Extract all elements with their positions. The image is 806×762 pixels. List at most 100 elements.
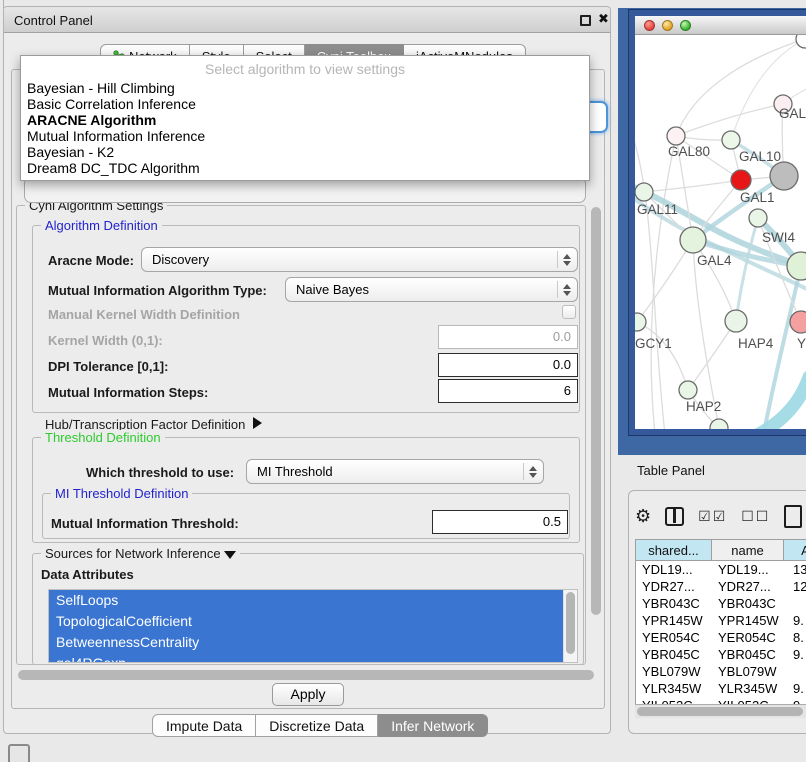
node-attribute-table[interactable]: shared... name A YDL19... YDL19... 13 YD… bbox=[635, 539, 806, 718]
table-row[interactable]: YLR345W YLR345W 9. bbox=[636, 680, 806, 697]
list-item[interactable]: gal4RGexp bbox=[49, 653, 563, 663]
list-item[interactable]: TopologicalCoefficient bbox=[49, 611, 563, 632]
cell[interactable]: YBR043C bbox=[712, 595, 784, 612]
tab-impute-data[interactable]: Impute Data bbox=[152, 714, 256, 737]
algorithm-option[interactable]: Bayesian - K2 bbox=[21, 144, 589, 160]
network-node[interactable] bbox=[679, 381, 697, 399]
popup-prompt: Select algorithm to view settings bbox=[21, 56, 589, 80]
close-traffic-light-icon[interactable] bbox=[644, 20, 655, 31]
aracne-mode-select[interactable]: Discovery bbox=[141, 247, 578, 272]
cell[interactable]: YLR345W bbox=[712, 680, 784, 697]
cell[interactable]: YLR345W bbox=[636, 680, 712, 697]
cell[interactable]: YBL079W bbox=[712, 663, 784, 680]
column-header-partial[interactable]: A bbox=[784, 540, 806, 560]
scrollbar-thumb[interactable] bbox=[566, 592, 575, 654]
mi-algorithm-type-select[interactable]: Naive Bayes bbox=[285, 277, 578, 302]
table-row[interactable]: YER054C YER054C 8. bbox=[636, 629, 806, 646]
cell[interactable]: 9. bbox=[784, 680, 806, 697]
dpi-tolerance-field[interactable]: 0.0 bbox=[438, 353, 578, 377]
algorithm-option-selected[interactable]: ARACNE Algorithm bbox=[21, 112, 589, 128]
zoom-traffic-light-icon[interactable] bbox=[680, 20, 691, 31]
which-threshold-select[interactable]: MI Threshold bbox=[246, 459, 544, 484]
float-panel-icon[interactable] bbox=[580, 15, 591, 26]
deselect-all-checkboxes-icon[interactable]: ☐☐ bbox=[741, 508, 770, 525]
algorithm-option[interactable]: Mutual Information Inference bbox=[21, 128, 589, 144]
select-all-checkboxes-icon[interactable]: ☑☑ bbox=[698, 508, 727, 525]
network-node[interactable] bbox=[725, 310, 747, 332]
cell[interactable]: 9. bbox=[784, 612, 806, 629]
tab-discretize-data[interactable]: Discretize Data bbox=[256, 714, 378, 737]
cell[interactable]: YDL19... bbox=[636, 561, 712, 578]
table-row[interactable]: YDR27... YDR27... 12 bbox=[636, 578, 806, 595]
network-node[interactable] bbox=[790, 311, 806, 333]
export-table-icon[interactable] bbox=[784, 505, 802, 528]
network-node[interactable] bbox=[635, 313, 646, 331]
settings-vertical-scrollbar[interactable] bbox=[589, 205, 603, 663]
mi-steps-field[interactable]: 6 bbox=[438, 379, 578, 403]
expanded-arrow-icon[interactable] bbox=[224, 551, 236, 559]
column-header-shared-name[interactable]: shared... bbox=[636, 540, 712, 560]
network-node-label: GCY1 bbox=[635, 336, 672, 351]
cell[interactable] bbox=[784, 663, 806, 680]
collapsed-panel-icon[interactable] bbox=[8, 744, 30, 762]
kernel-width-field[interactable]: 0.0 bbox=[438, 325, 578, 349]
list-vertical-scrollbar[interactable] bbox=[563, 590, 577, 662]
table-row[interactable]: YDL19... YDL19... 13 bbox=[636, 561, 806, 578]
algorithm-option[interactable]: Dream8 DC_TDC Algorithm bbox=[21, 160, 589, 176]
network-node[interactable] bbox=[635, 183, 653, 201]
cell[interactable]: YBR043C bbox=[636, 595, 712, 612]
table-row[interactable]: YPR145W YPR145W 9. bbox=[636, 612, 806, 629]
network-node[interactable] bbox=[749, 209, 767, 227]
table-row[interactable]: YBL079W YBL079W bbox=[636, 663, 806, 680]
network-node[interactable] bbox=[770, 162, 798, 190]
network-node[interactable] bbox=[796, 35, 806, 48]
cell[interactable]: YDR27... bbox=[712, 578, 784, 595]
network-node[interactable] bbox=[667, 127, 685, 145]
cell[interactable]: 8. bbox=[784, 629, 806, 646]
network-canvas[interactable]: GALGAL80GAL10GAL1GAL11SWI4GAL4GCY1HAP4YH… bbox=[635, 35, 806, 435]
close-panel-icon[interactable]: ✖ bbox=[598, 11, 609, 27]
manual-kernel-width-checkbox[interactable] bbox=[562, 305, 576, 319]
cell[interactable]: 12 bbox=[784, 578, 806, 595]
network-node[interactable] bbox=[680, 227, 706, 253]
scrollbar-thumb[interactable] bbox=[637, 707, 803, 716]
algorithm-option[interactable]: Bayesian - Hill Climbing bbox=[21, 80, 589, 96]
cell[interactable]: 13 bbox=[784, 561, 806, 578]
list-item[interactable]: BetweennessCentrality bbox=[49, 632, 563, 653]
cell[interactable]: YDL19... bbox=[712, 561, 784, 578]
cell[interactable] bbox=[784, 595, 806, 612]
minimize-traffic-light-icon[interactable] bbox=[662, 20, 673, 31]
network-window-titlebar[interactable] bbox=[635, 16, 806, 35]
cell[interactable]: YPR145W bbox=[636, 612, 712, 629]
mi-threshold-field[interactable]: 0.5 bbox=[432, 510, 568, 534]
cell[interactable]: YPR145W bbox=[712, 612, 784, 629]
cell[interactable]: YBR045C bbox=[712, 646, 784, 663]
network-node[interactable] bbox=[710, 419, 728, 435]
algorithm-option[interactable]: Basic Correlation Inference bbox=[21, 96, 589, 112]
settings-horizontal-scrollbar[interactable] bbox=[16, 669, 604, 682]
sources-group-toggle[interactable]: Sources for Network Inference bbox=[41, 546, 240, 561]
column-visibility-icon[interactable] bbox=[665, 507, 684, 526]
scrollbar-thumb[interactable] bbox=[591, 207, 601, 615]
table-horizontal-scrollbar[interactable] bbox=[635, 704, 806, 718]
network-view-window[interactable]: GALGAL80GAL10GAL1GAL11SWI4GAL4GCY1HAP4YH… bbox=[629, 10, 806, 435]
cell[interactable]: YDR27... bbox=[636, 578, 712, 595]
table-row[interactable]: YBR045C YBR045C 9. bbox=[636, 646, 806, 663]
table-options-gear-icon[interactable]: ⚙ bbox=[635, 506, 651, 526]
collapsed-arrow-icon[interactable] bbox=[253, 417, 262, 429]
apply-button[interactable]: Apply bbox=[272, 683, 344, 706]
list-item[interactable]: SelfLoops bbox=[49, 590, 563, 611]
cell[interactable]: 9. bbox=[784, 646, 806, 663]
cell[interactable]: YBL079W bbox=[636, 663, 712, 680]
network-node[interactable] bbox=[731, 170, 751, 190]
cell[interactable]: YER054C bbox=[712, 629, 784, 646]
network-node-label: GAL1 bbox=[740, 190, 775, 205]
cell[interactable]: YBR045C bbox=[636, 646, 712, 663]
table-row[interactable]: YBR043C YBR043C bbox=[636, 595, 806, 612]
scrollbar-thumb[interactable] bbox=[18, 670, 594, 680]
data-attributes-list[interactable]: SelfLoops TopologicalCoefficient Between… bbox=[48, 589, 578, 663]
cell[interactable]: YER054C bbox=[636, 629, 712, 646]
column-header-name[interactable]: name bbox=[712, 540, 784, 560]
network-node[interactable] bbox=[722, 131, 740, 149]
tab-infer-network[interactable]: Infer Network bbox=[378, 714, 488, 737]
